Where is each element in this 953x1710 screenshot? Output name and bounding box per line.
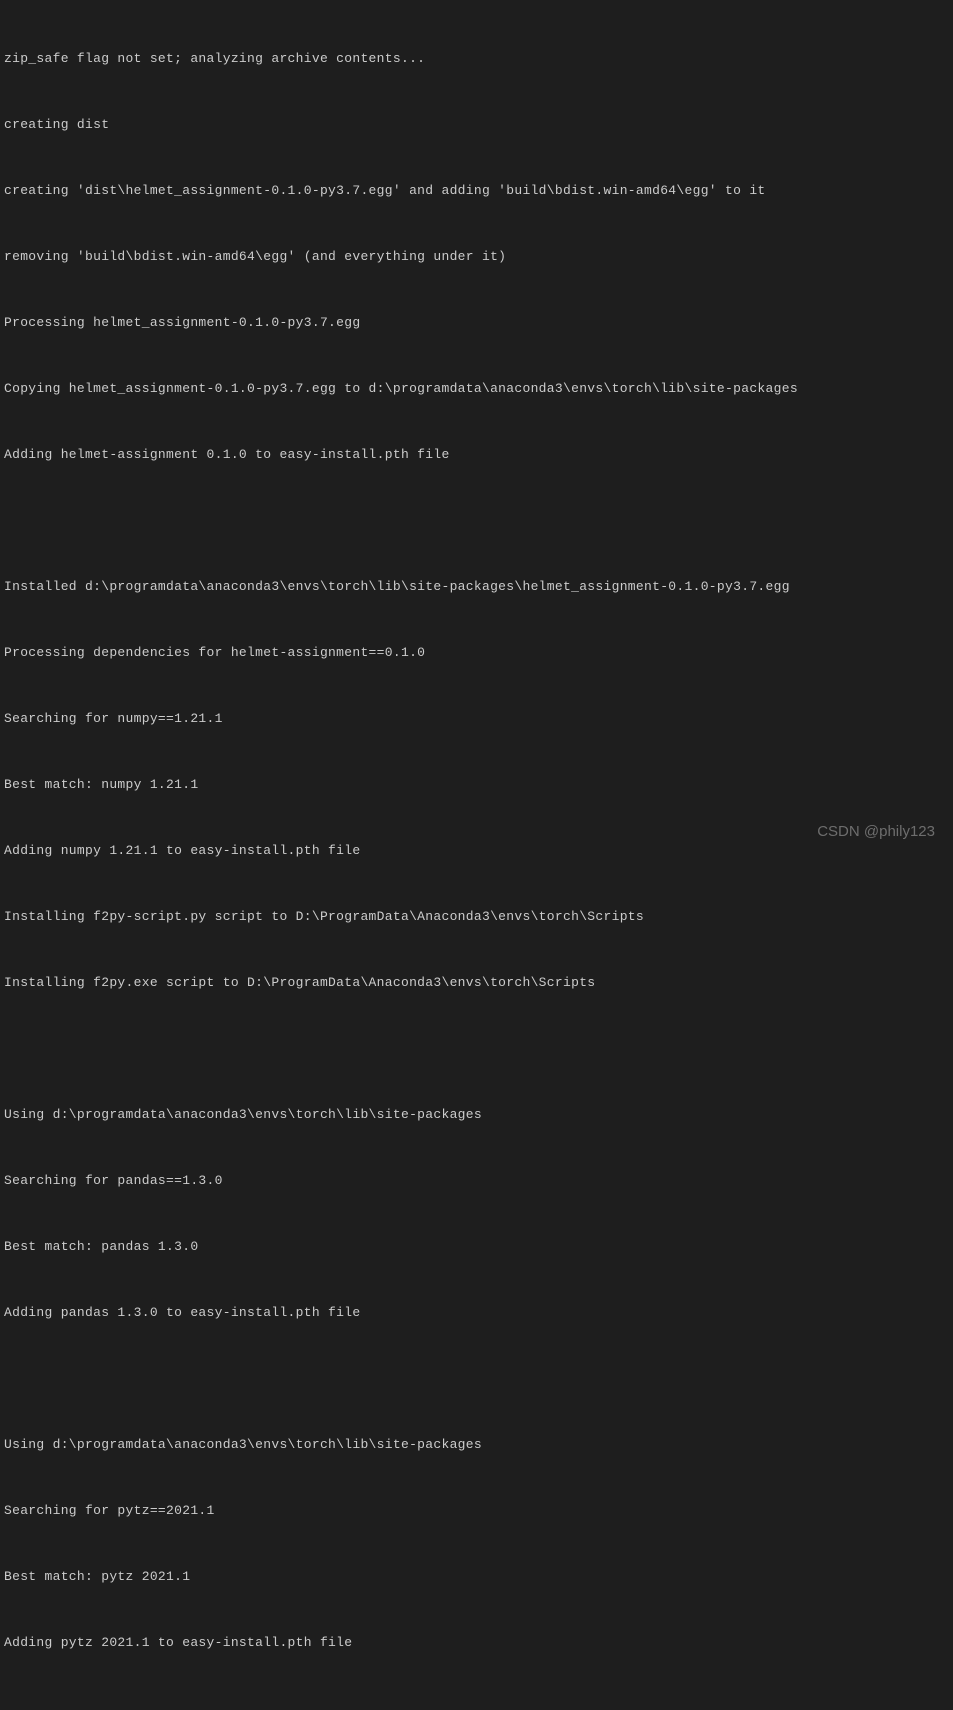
terminal-line: Processing dependencies for helmet-assig… — [4, 642, 949, 664]
terminal-line: Adding numpy 1.21.1 to easy-install.pth … — [4, 840, 949, 862]
terminal-line: Best match: numpy 1.21.1 — [4, 774, 949, 796]
terminal-line: Using d:\programdata\anaconda3\envs\torc… — [4, 1104, 949, 1126]
terminal-line — [4, 510, 949, 532]
terminal-line: zip_safe flag not set; analyzing archive… — [4, 48, 949, 70]
terminal-line: removing 'build\bdist.win-amd64\egg' (an… — [4, 246, 949, 268]
terminal-line: Adding pandas 1.3.0 to easy-install.pth … — [4, 1302, 949, 1324]
terminal-line: Adding pytz 2021.1 to easy-install.pth f… — [4, 1632, 949, 1654]
terminal-line: Copying helmet_assignment-0.1.0-py3.7.eg… — [4, 378, 949, 400]
terminal-line: Using d:\programdata\anaconda3\envs\torc… — [4, 1434, 949, 1456]
terminal-line: Installed d:\programdata\anaconda3\envs\… — [4, 576, 949, 598]
terminal-line: Adding helmet-assignment 0.1.0 to easy-i… — [4, 444, 949, 466]
terminal-line: creating 'dist\helmet_assignment-0.1.0-p… — [4, 180, 949, 202]
terminal-line — [4, 1368, 949, 1390]
watermark-text: CSDN @phily123 — [817, 821, 935, 843]
terminal-line: Best match: pytz 2021.1 — [4, 1566, 949, 1588]
terminal-line — [4, 1698, 949, 1710]
terminal-line: Searching for pytz==2021.1 — [4, 1500, 949, 1522]
terminal-line: Searching for pandas==1.3.0 — [4, 1170, 949, 1192]
terminal-line: Installing f2py-script.py script to D:\P… — [4, 906, 949, 928]
terminal-line: creating dist — [4, 114, 949, 136]
terminal-line: Processing helmet_assignment-0.1.0-py3.7… — [4, 312, 949, 334]
terminal-output[interactable]: zip_safe flag not set; analyzing archive… — [4, 4, 949, 1710]
terminal-line: Installing f2py.exe script to D:\Program… — [4, 972, 949, 994]
terminal-line: Best match: pandas 1.3.0 — [4, 1236, 949, 1258]
terminal-line: Searching for numpy==1.21.1 — [4, 708, 949, 730]
terminal-line — [4, 1038, 949, 1060]
